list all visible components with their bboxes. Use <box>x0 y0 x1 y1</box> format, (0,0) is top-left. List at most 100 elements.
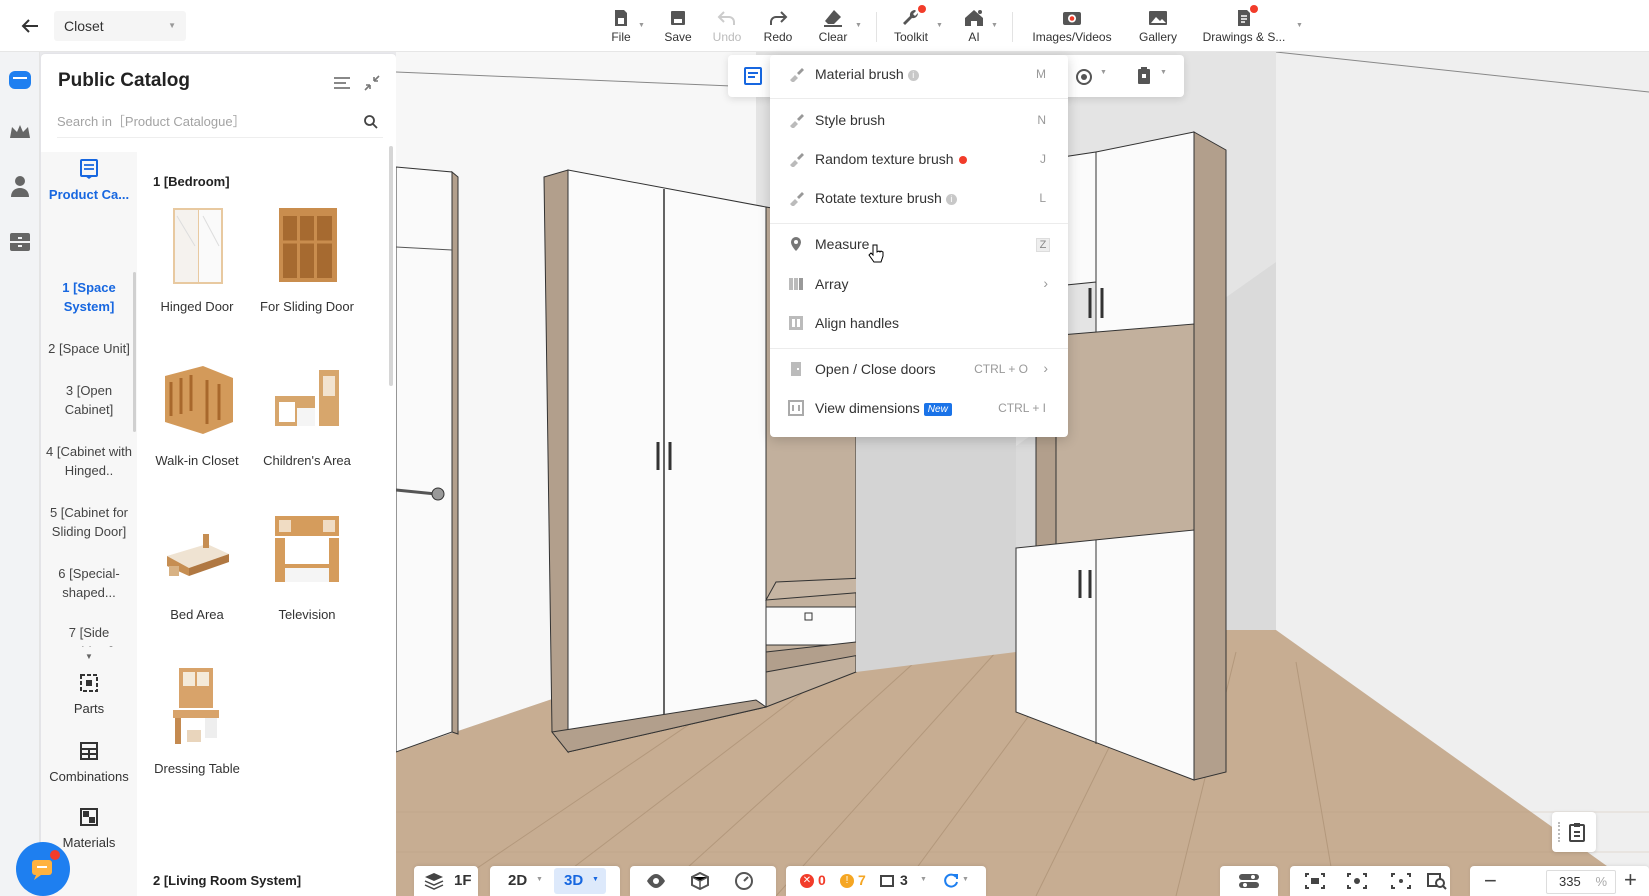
menu-open-close-doors[interactable]: Open / Close doors CTRL + O › <box>770 350 1068 388</box>
childrens-area-thumbnail <box>275 370 339 426</box>
target-icon[interactable] <box>1074 67 1094 90</box>
cabinet-rail-icon[interactable] <box>6 228 34 256</box>
product-childrens-area[interactable]: Children's Area <box>252 356 362 470</box>
refresh-caret-icon[interactable]: ▼ <box>962 876 969 883</box>
product-walk-in-closet[interactable]: Walk-in Closet <box>142 356 252 470</box>
gallery-button[interactable]: Gallery <box>1130 4 1186 48</box>
chat-support-button[interactable] <box>16 842 70 896</box>
redo-label: Redo <box>763 30 793 44</box>
zoom-fit-icon[interactable] <box>1426 872 1448 890</box>
scroll-down-icon[interactable]: ▼ <box>85 652 93 661</box>
undo-button[interactable]: Undo <box>699 4 755 48</box>
file-label: File <box>611 30 631 44</box>
items-caret-icon[interactable]: ▼ <box>920 876 927 883</box>
menu-style-brush[interactable]: Style brush N <box>770 101 1068 139</box>
zoom-in-button[interactable]: + <box>1624 867 1637 893</box>
clipboard-icon[interactable] <box>1134 66 1154 89</box>
user-rail-icon[interactable] <box>6 172 34 200</box>
toolkit-button[interactable]: Toolkit <box>883 4 939 48</box>
product-television[interactable]: Television <box>252 510 362 624</box>
menu-view-dimensions[interactable]: View dimensions New CTRL + I <box>770 389 1068 427</box>
category-materials[interactable]: Materials <box>41 806 137 850</box>
toggle-settings-icon <box>1239 874 1259 888</box>
search-input[interactable] <box>57 106 337 136</box>
floor-selector[interactable]: 1F <box>414 866 478 896</box>
zoom-out-button[interactable]: − <box>1484 868 1497 894</box>
focus-icon[interactable] <box>1390 872 1412 890</box>
subcategory-item[interactable]: 7 [Side Cabinet] <box>41 623 137 647</box>
view-3d-button[interactable]: 3D ▼ <box>554 868 606 894</box>
clipboard-panel-button[interactable] <box>1552 812 1596 852</box>
file-caret-icon[interactable]: ▼ <box>638 22 645 29</box>
back-arrow-icon[interactable] <box>18 14 42 38</box>
menu-array[interactable]: Array › <box>770 265 1068 303</box>
subcategory-item[interactable]: 2 [Space Unit] <box>41 339 137 358</box>
collapse-icon[interactable] <box>361 72 383 94</box>
undo-icon <box>717 11 735 25</box>
list-toggle-icon[interactable] <box>331 72 353 94</box>
ai-caret-icon[interactable]: ▼ <box>991 22 998 29</box>
settings-toggle[interactable] <box>1220 866 1278 896</box>
project-selector[interactable]: Closet ▼ <box>54 11 186 41</box>
left-rail <box>0 52 40 896</box>
issues-bar[interactable]: ✕ 0 ! 7 3 ▼ ▼ <box>786 866 986 896</box>
drawings-caret-icon[interactable]: ▼ <box>1296 22 1303 29</box>
brush-icon <box>790 68 804 82</box>
product-sliding-door[interactable]: For Sliding Door <box>252 202 362 316</box>
zoom-input[interactable]: 335 % <box>1546 870 1616 894</box>
search-icon[interactable] <box>363 114 379 130</box>
subcategory-item[interactable]: 4 [Cabinet with Hinged.. <box>41 442 137 480</box>
hinged-door-thumbnail <box>173 208 223 284</box>
category-product-catalogue[interactable]: Product Ca... <box>41 158 137 202</box>
redo-button[interactable]: Redo <box>750 4 806 48</box>
new-badge: New <box>923 402 952 416</box>
menu-material-brush[interactable]: Material brush i M <box>770 55 1068 93</box>
subcategory-item[interactable]: 3 [Open Cabinet] <box>41 381 137 419</box>
cube-icon[interactable] <box>690 872 710 890</box>
chevron-right-icon: › <box>1043 360 1048 376</box>
view-2d-caret-icon[interactable]: ▼ <box>536 876 543 883</box>
menu-random-texture-brush[interactable]: Random texture brush J <box>770 140 1068 178</box>
product-label: Children's Area <box>263 453 351 468</box>
images-videos-button[interactable]: Images/Videos <box>1022 4 1122 48</box>
menu-align-handles[interactable]: Align handles <box>770 304 1068 342</box>
speedometer-icon[interactable] <box>734 872 754 890</box>
gallery-icon <box>1149 11 1167 25</box>
subcategory-item[interactable]: 6 [Special-shaped... <box>41 564 137 602</box>
category-scrollbar[interactable] <box>133 272 136 432</box>
toolkit-caret-icon[interactable]: ▼ <box>936 22 943 29</box>
product-bed-area[interactable]: Bed Area <box>142 510 252 624</box>
clear-button[interactable]: Clear <box>805 4 861 48</box>
catalog-rail-icon[interactable] <box>6 66 34 94</box>
menu-measure[interactable]: Measure Z <box>770 225 1068 263</box>
product-label: Walk-in Closet <box>155 453 239 468</box>
product-label: Television <box>278 607 336 622</box>
crown-rail-icon[interactable] <box>6 118 34 146</box>
menu-rotate-texture-brush[interactable]: Rotate texture brush i L <box>770 179 1068 217</box>
drawings-button[interactable]: Drawings & S... <box>1196 4 1292 48</box>
screenshot-icon[interactable] <box>1304 872 1326 890</box>
item-icon <box>880 875 894 887</box>
view-2d-button[interactable]: 2D <box>508 872 527 889</box>
product-hinged-door[interactable]: Hinged Door <box>142 202 252 316</box>
refresh-icon[interactable] <box>942 873 960 889</box>
toolbar-divider <box>1012 12 1013 42</box>
menu-label: View dimensions <box>815 400 920 416</box>
door-icon <box>791 362 801 376</box>
eye-icon[interactable] <box>646 872 666 890</box>
edit-icon[interactable] <box>742 65 764 90</box>
save-button[interactable]: Save <box>650 4 706 48</box>
product-dressing-table[interactable]: Dressing Table <box>142 664 252 778</box>
menu-divider <box>770 223 1068 224</box>
subcategory-item[interactable]: 5 [Cabinet for Sliding Door] <box>41 503 137 541</box>
product-label: Dressing Table <box>154 761 240 776</box>
target-caret-icon[interactable]: ▼ <box>1100 69 1107 76</box>
catalog-scrollbar[interactable] <box>389 146 393 386</box>
clear-caret-icon[interactable]: ▼ <box>855 22 862 29</box>
view-settings-icon[interactable] <box>1346 872 1368 890</box>
category-parts[interactable]: Parts <box>41 672 137 716</box>
drag-handle[interactable] <box>1558 822 1560 842</box>
subcategory-item[interactable]: 1 [Space System] <box>41 278 137 316</box>
clipboard-caret-icon[interactable]: ▼ <box>1160 69 1167 76</box>
category-combinations[interactable]: Combinations <box>41 740 137 784</box>
